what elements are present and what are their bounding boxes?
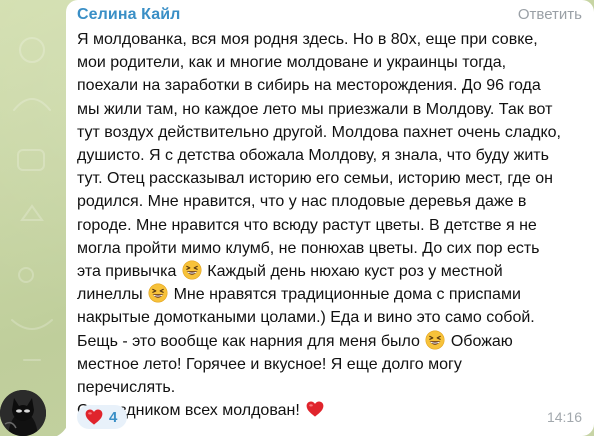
- reaction-chip[interactable]: 4: [77, 405, 128, 429]
- message-line: эта привычка Каждый день нюхаю куст роз …: [77, 260, 591, 283]
- message-line: душисто. Я с детства обожала Молдову, я …: [77, 147, 549, 165]
- sender-name[interactable]: Селина Кайл: [77, 6, 180, 24]
- message-line: могла пройти мимо клумб, не понюхав цвет…: [77, 239, 540, 257]
- message-fragment: линеллы: [77, 286, 143, 304]
- message-timestamp: 14:16: [546, 409, 582, 425]
- message-fragment: Бещь - это вообще как нарния для меня бы…: [77, 332, 420, 350]
- red-heart-icon: [85, 409, 103, 425]
- message-line: мои родители, как и многие молдоване и у…: [77, 54, 507, 72]
- message-bubble[interactable]: Селина Кайл Ответить Я молдованка, вся м…: [66, 0, 594, 436]
- message-line: Я молдованка, вся моя родня здесь. Но в …: [77, 31, 538, 48]
- reaction-count: 4: [109, 408, 118, 426]
- message-line: линеллы Мне нравятся традиционные дома с…: [77, 283, 591, 306]
- message-text: Я молдованка, вся моя родня здесь. Но в …: [77, 28, 591, 422]
- message-line: родился. Мне нравится, что у нас плодовы…: [77, 193, 527, 211]
- message-line: тут воздух действительно другой. Молдова…: [77, 123, 561, 141]
- message-footer: 4 14:16: [77, 404, 584, 430]
- message-line: перечислять.: [77, 379, 176, 397]
- message-line: местное лето! Горячее и вкусное! Я еще д…: [77, 355, 462, 373]
- grinning-squinting-face-icon: [148, 283, 168, 303]
- message-header: Селина Кайл Ответить: [77, 6, 584, 26]
- message-line: накрытые домоткаными цолами.) Еда и вино…: [77, 309, 535, 327]
- grinning-squinting-face-icon: [425, 330, 445, 350]
- message-line: тут. Отец рассказывал историю его семьи,…: [77, 170, 553, 188]
- message-fragment: Мне нравятся традиционные дома с приспам…: [173, 286, 521, 304]
- message-line: мы жили там, но каждое лето мы приезжали…: [77, 100, 553, 118]
- reply-button[interactable]: Ответить: [518, 6, 582, 23]
- message-fragment: Каждый день нюхаю куст роз у местной: [207, 263, 503, 281]
- avatar[interactable]: [0, 390, 46, 436]
- message-fragment: эта привычка: [77, 263, 177, 281]
- catwoman-avatar-icon: [0, 390, 46, 436]
- message-line: поехали на заработки в сибирь на месторо…: [77, 77, 541, 95]
- background-pattern-icon: [11, 37, 53, 361]
- message-fragment: Обожаю: [450, 332, 513, 350]
- grinning-squinting-face-icon: [182, 260, 202, 280]
- message-line: Бещь - это вообще как нарния для меня бы…: [77, 330, 591, 353]
- message-line: городе. Мне нравится что всюду растут цв…: [77, 216, 537, 234]
